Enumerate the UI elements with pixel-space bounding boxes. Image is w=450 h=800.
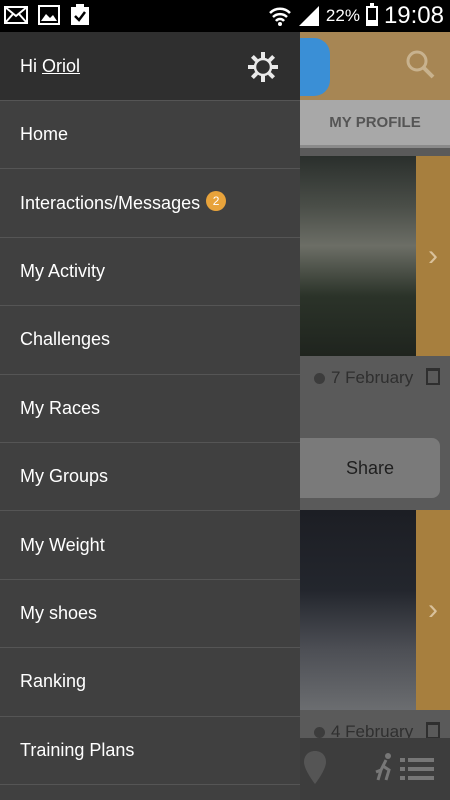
search-icon[interactable] [404, 48, 436, 80]
runner-icon[interactable] [372, 752, 398, 784]
clock-icon [314, 726, 325, 738]
drawer-header: Hi Oriol [0, 32, 300, 100]
clock-icon [314, 372, 325, 384]
post-date: 7 February [314, 368, 413, 388]
menu-item-my-groups[interactable]: My Groups [0, 443, 300, 512]
post-date-text: 7 February [331, 368, 414, 387]
image-icon [38, 5, 60, 25]
menu-item-my-shoes[interactable]: My shoes [0, 580, 300, 649]
clipboard-check-icon [71, 4, 89, 25]
list-icon[interactable] [400, 756, 434, 782]
menu-item-label: My Weight [20, 534, 105, 555]
mail-icon [4, 6, 28, 24]
user-name-link[interactable]: Oriol [42, 56, 80, 76]
signal-icon [298, 6, 319, 26]
trash-icon[interactable] [426, 368, 440, 385]
menu-item-label: Ranking [20, 671, 87, 692]
menu-item-label: Interactions/Messages [20, 192, 201, 213]
menu-item-label: My Races [20, 397, 101, 418]
battery-percent: 22% [325, 6, 360, 25]
notification-badge: 2 [206, 191, 227, 212]
wifi-icon [269, 7, 291, 26]
chevron-right-icon[interactable]: › [416, 510, 450, 710]
chevron-right-icon[interactable]: › [416, 156, 450, 356]
battery-icon [365, 3, 378, 26]
gear-icon[interactable] [248, 52, 278, 82]
bottom-bar [300, 738, 450, 800]
menu-item-label: My shoes [20, 602, 98, 623]
navigation-drawer: Hi Oriol Home Interactions/Messages 2 My… [0, 32, 300, 800]
menu-item-label: Challenges [20, 329, 111, 350]
tab-my-profile[interactable]: MY PROFILE [300, 100, 450, 148]
share-button[interactable]: Share [300, 438, 440, 498]
trash-icon[interactable] [426, 722, 440, 739]
menu-item-training-plans[interactable]: Training Plans [0, 717, 300, 785]
greeting: Hi Oriol [20, 56, 80, 77]
drawer-menu: Home Interactions/Messages 2 My Activity… [0, 100, 300, 785]
menu-item-home[interactable]: Home [0, 101, 300, 170]
menu-item-my-races[interactable]: My Races [0, 375, 300, 443]
status-bar: 22% 19:08 [0, 0, 450, 32]
menu-item-my-activity[interactable]: My Activity [0, 238, 300, 307]
menu-item-my-weight[interactable]: My Weight [0, 511, 300, 580]
menu-item-challenges[interactable]: Challenges [0, 306, 300, 375]
map-pin-icon[interactable] [302, 750, 328, 786]
menu-item-interactions-messages[interactable]: Interactions/Messages 2 [0, 169, 300, 238]
clock: 19:08 [383, 2, 444, 29]
menu-item-ranking[interactable]: Ranking [0, 648, 300, 717]
menu-item-label: Home [20, 124, 69, 145]
post-photo[interactable] [300, 156, 416, 356]
menu-item-label: My Activity [20, 260, 106, 281]
menu-item-label: My Groups [20, 466, 109, 487]
greeting-prefix: Hi [20, 55, 42, 76]
post-photo[interactable] [300, 510, 416, 710]
menu-item-label: Training Plans [20, 739, 135, 760]
